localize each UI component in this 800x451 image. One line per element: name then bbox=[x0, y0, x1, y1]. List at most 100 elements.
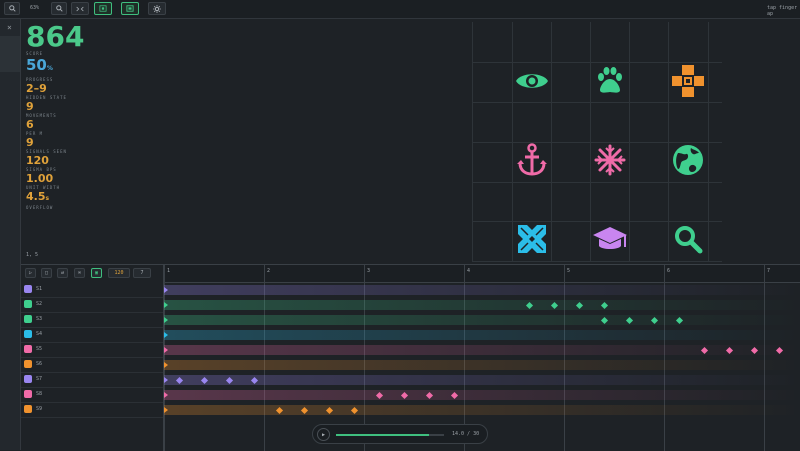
ruler-tick: 1 bbox=[167, 268, 171, 274]
zoom-in-button[interactable] bbox=[51, 2, 67, 15]
track-row[interactable]: S8 bbox=[21, 387, 163, 403]
coordinate-readout: 1, 5 bbox=[26, 252, 39, 258]
sequencer-toolbar: ▷ □ ⇄ ∞ ▣ 120 7 bbox=[21, 265, 163, 281]
eye-icon bbox=[516, 74, 548, 88]
fit-icon bbox=[76, 6, 84, 11]
stat-7-value: 4.5s bbox=[26, 190, 50, 203]
playback-time: 14.0 / 30 bbox=[452, 431, 480, 437]
cross-pattern-icon bbox=[672, 65, 704, 97]
selected-panel-tab[interactable] bbox=[0, 36, 20, 72]
stat-3-label: per m bbox=[26, 131, 44, 136]
left-panel: × bbox=[0, 19, 21, 450]
ruler-tick: 6 bbox=[667, 268, 671, 274]
playback-progress-fill bbox=[336, 434, 429, 436]
track-icon bbox=[24, 405, 32, 413]
track-icon bbox=[24, 285, 32, 293]
track-icon bbox=[24, 390, 32, 398]
play-button[interactable]: ▷ bbox=[25, 268, 36, 278]
playback-progress[interactable] bbox=[336, 434, 444, 436]
progress-value: 50% bbox=[26, 56, 53, 74]
track-name: S4 bbox=[36, 331, 43, 337]
zoom-level: 63% bbox=[30, 5, 40, 11]
track-lane[interactable] bbox=[164, 390, 800, 400]
loop-icon: ⇄ bbox=[60, 270, 64, 276]
track-lane[interactable] bbox=[164, 375, 800, 385]
cell-cross-pattern[interactable] bbox=[649, 42, 727, 120]
track-name: S1 bbox=[36, 286, 43, 292]
track-lane[interactable] bbox=[164, 300, 800, 310]
track-lane[interactable] bbox=[164, 285, 800, 295]
zoom-out-button[interactable] bbox=[4, 2, 20, 15]
stat-1-value: 2–9 bbox=[26, 82, 47, 95]
paw-icon bbox=[598, 67, 622, 93]
track-start-marker bbox=[164, 362, 168, 368]
stat-5-value: 120 bbox=[26, 154, 49, 167]
cell-snowflake[interactable] bbox=[571, 121, 649, 199]
stat-3-value: 6 bbox=[26, 118, 34, 131]
track-start-marker bbox=[164, 302, 168, 308]
track-row[interactable]: S2 bbox=[21, 297, 163, 313]
timeline-ruler[interactable]: 1 2 3 4 5 6 7 bbox=[164, 265, 800, 283]
playback-bar: ▶ 14.0 / 30 bbox=[312, 424, 488, 444]
track-lane[interactable] bbox=[164, 330, 800, 340]
track-row[interactable]: S6 bbox=[21, 357, 163, 373]
track-icon bbox=[24, 330, 32, 338]
playback-play-button[interactable]: ▶ bbox=[317, 428, 330, 441]
zoom-in-icon bbox=[55, 5, 63, 12]
stat-2-label: movements bbox=[26, 113, 57, 118]
track-row[interactable]: S3 bbox=[21, 312, 163, 328]
track-start-marker bbox=[164, 317, 168, 323]
track-start-marker bbox=[164, 347, 168, 353]
track-row[interactable]: S4 bbox=[21, 327, 163, 343]
fit-button[interactable] bbox=[71, 2, 89, 15]
track-start-marker bbox=[164, 332, 168, 338]
ruler-tick: 2 bbox=[267, 268, 271, 274]
record-icon: ▣ bbox=[94, 270, 98, 276]
track-icon bbox=[24, 300, 32, 308]
close-button[interactable]: × bbox=[7, 23, 12, 32]
track-lane[interactable] bbox=[164, 360, 800, 370]
snowflake-icon bbox=[594, 144, 626, 176]
track-name: S5 bbox=[36, 346, 43, 352]
track-name: S6 bbox=[36, 361, 43, 367]
cell-paw[interactable] bbox=[571, 42, 649, 120]
stat-2-value: 9 bbox=[26, 100, 34, 113]
track-icon bbox=[24, 315, 32, 323]
track-row[interactable]: S5 bbox=[21, 342, 163, 358]
select-button[interactable] bbox=[94, 2, 112, 15]
track-start-marker bbox=[164, 377, 168, 383]
track-row[interactable]: S7 bbox=[21, 372, 163, 388]
tempo-field[interactable]: 120 bbox=[108, 268, 130, 278]
track-name: S9 bbox=[36, 406, 43, 412]
select-icon bbox=[99, 5, 107, 12]
cell-anchor[interactable] bbox=[493, 121, 571, 199]
track-row[interactable]: S1 bbox=[21, 282, 163, 298]
graduation-cap-icon bbox=[593, 227, 627, 249]
settings-button[interactable] bbox=[148, 2, 166, 15]
cell-globe[interactable] bbox=[649, 121, 727, 199]
track-lane[interactable] bbox=[164, 405, 800, 415]
frame-icon bbox=[126, 5, 134, 12]
track-row[interactable]: S9 bbox=[21, 402, 163, 418]
track-lane[interactable] bbox=[164, 315, 800, 325]
stat-1-label: hidden state bbox=[26, 95, 67, 100]
track-start-marker bbox=[164, 287, 168, 293]
loop-button[interactable]: ⇄ bbox=[57, 268, 68, 278]
frame-button[interactable] bbox=[121, 2, 139, 15]
timeline[interactable]: 1 2 3 4 5 6 7 bbox=[163, 265, 800, 451]
icon-grid bbox=[472, 22, 722, 262]
link-button[interactable]: ∞ bbox=[74, 268, 85, 278]
hint-text: tap finger ap bbox=[767, 5, 798, 17]
stop-button[interactable]: □ bbox=[41, 268, 52, 278]
stat-7-label: overflow bbox=[26, 205, 54, 210]
track-name: S7 bbox=[36, 376, 43, 382]
ruler-tick: 3 bbox=[367, 268, 371, 274]
track-name: S2 bbox=[36, 301, 43, 307]
link-icon: ∞ bbox=[77, 270, 81, 276]
record-button[interactable]: ▣ bbox=[91, 268, 102, 278]
ruler-tick: 7 bbox=[767, 268, 771, 274]
play-icon: ▷ bbox=[28, 270, 32, 276]
steps-field[interactable]: 7 bbox=[133, 268, 151, 278]
track-icon bbox=[24, 345, 32, 353]
cell-eye[interactable] bbox=[493, 42, 571, 120]
